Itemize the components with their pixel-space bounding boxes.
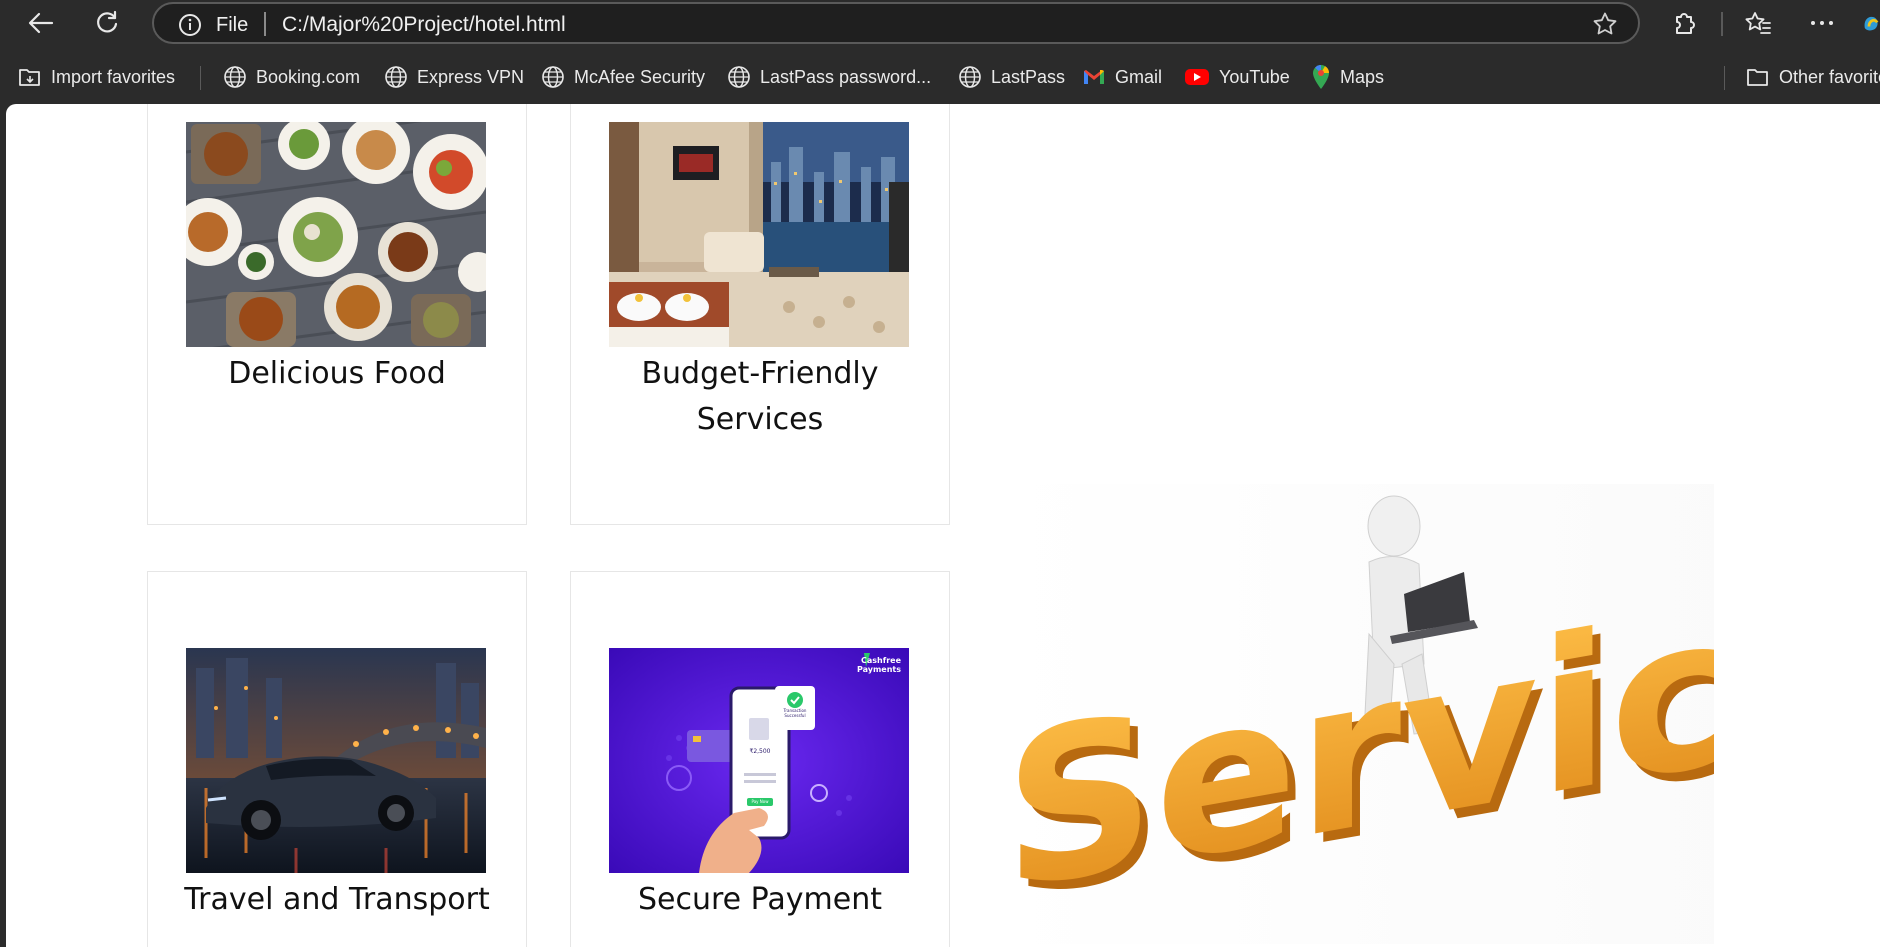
url-text[interactable]: C:/Major%20Project/hotel.html bbox=[282, 13, 566, 37]
globe-icon bbox=[542, 66, 564, 88]
globe-icon bbox=[224, 66, 246, 88]
sports-car-image bbox=[186, 648, 486, 873]
browser-toolbar: File C:/Major%20Project/hotel.html bbox=[0, 0, 1880, 48]
favorites-divider bbox=[1724, 66, 1725, 90]
import-folder-icon bbox=[19, 69, 40, 86]
copilot-icon bbox=[1864, 16, 1879, 31]
address-bar[interactable]: File C:/Major%20Project/hotel.html bbox=[152, 2, 1640, 44]
back-arrow-icon bbox=[28, 12, 54, 34]
gmail-icon bbox=[1084, 70, 1104, 84]
favorite-label: LastPass bbox=[991, 66, 1066, 87]
add-favorite-star-icon[interactable] bbox=[1592, 11, 1618, 37]
info-icon[interactable] bbox=[178, 13, 202, 37]
favorite-maps[interactable]: Maps bbox=[1311, 62, 1384, 92]
favorites-divider bbox=[200, 66, 201, 90]
favorite-label: LastPass password... bbox=[760, 66, 932, 87]
page-info-label[interactable]: File bbox=[216, 14, 248, 37]
more-menu-button[interactable] bbox=[1806, 8, 1838, 38]
favorites-bar: Import favorites Booking.com Express VPN… bbox=[0, 54, 1880, 100]
refresh-icon bbox=[97, 10, 118, 33]
favorite-booking[interactable]: Booking.com bbox=[223, 62, 360, 92]
food-image bbox=[186, 122, 486, 347]
globe-icon bbox=[385, 66, 407, 88]
maps-icon bbox=[1313, 65, 1329, 89]
favorite-label: Booking.com bbox=[256, 66, 361, 87]
other-favorites-label: Other favorites bbox=[1779, 66, 1880, 87]
globe-icon bbox=[959, 66, 981, 88]
favorites-button[interactable] bbox=[1742, 8, 1774, 38]
pay-now-label: Pay Now bbox=[751, 799, 769, 804]
favorite-label: YouTube bbox=[1219, 66, 1290, 87]
favorite-mcafee[interactable]: McAfee Security bbox=[541, 62, 705, 92]
refresh-button[interactable] bbox=[90, 8, 124, 38]
ellipsis-icon bbox=[1811, 21, 1833, 25]
folder-icon bbox=[1747, 69, 1768, 86]
favorite-youtube[interactable]: YouTube bbox=[1184, 62, 1290, 92]
service-card-payment: Cashfree Payments Transaction Successful… bbox=[570, 571, 950, 947]
service-illustration: Service Service bbox=[994, 484, 1880, 946]
card-title: Travel and Transport bbox=[184, 882, 490, 917]
favorite-label: Gmail bbox=[1115, 66, 1163, 87]
toolbar-divider bbox=[1721, 12, 1723, 36]
favorite-lastpass[interactable]: LastPass bbox=[958, 62, 1065, 92]
hotel-room-image bbox=[609, 122, 909, 347]
card-title: Delicious Food bbox=[228, 356, 446, 391]
service-card-travel: Travel and Transport bbox=[147, 571, 527, 947]
favorite-lastpass-manager[interactable]: LastPass password... bbox=[727, 62, 931, 92]
favorite-express-vpn[interactable]: Express VPN bbox=[384, 62, 524, 92]
youtube-icon bbox=[1185, 69, 1209, 85]
favorite-label: Maps bbox=[1340, 66, 1385, 87]
page-viewport: Delicious Food Budget-Friendly Services … bbox=[6, 104, 1880, 947]
favorite-label: Express VPN bbox=[417, 66, 525, 87]
favorite-label: Import favorites bbox=[51, 66, 176, 87]
favorite-import[interactable]: Import favorites bbox=[18, 62, 175, 92]
favorites-star-icon bbox=[1745, 12, 1771, 34]
other-favorites-folder[interactable]: Other favorites bbox=[1746, 62, 1880, 92]
copilot-button[interactable] bbox=[1862, 8, 1880, 38]
address-divider bbox=[264, 12, 266, 36]
service-card-food: Delicious Food bbox=[147, 104, 527, 525]
back-button[interactable] bbox=[24, 8, 58, 38]
favorite-gmail[interactable]: Gmail bbox=[1082, 62, 1162, 92]
transaction-status-label: Transaction Successful bbox=[783, 708, 807, 718]
puzzle-icon bbox=[1676, 13, 1695, 34]
favorite-label: McAfee Security bbox=[574, 66, 706, 87]
card-title: Budget-Friendly Services bbox=[641, 356, 879, 437]
payment-amount-label: ₹2,500 bbox=[749, 748, 771, 755]
payment-app-image: Cashfree Payments Transaction Successful… bbox=[609, 648, 909, 873]
card-title: Secure Payment bbox=[637, 882, 882, 917]
globe-icon bbox=[728, 66, 750, 88]
service-card-budget: Budget-Friendly Services bbox=[570, 104, 950, 525]
extensions-button[interactable] bbox=[1668, 8, 1700, 38]
payment-brand-label: Cashfree Payments bbox=[856, 656, 901, 674]
